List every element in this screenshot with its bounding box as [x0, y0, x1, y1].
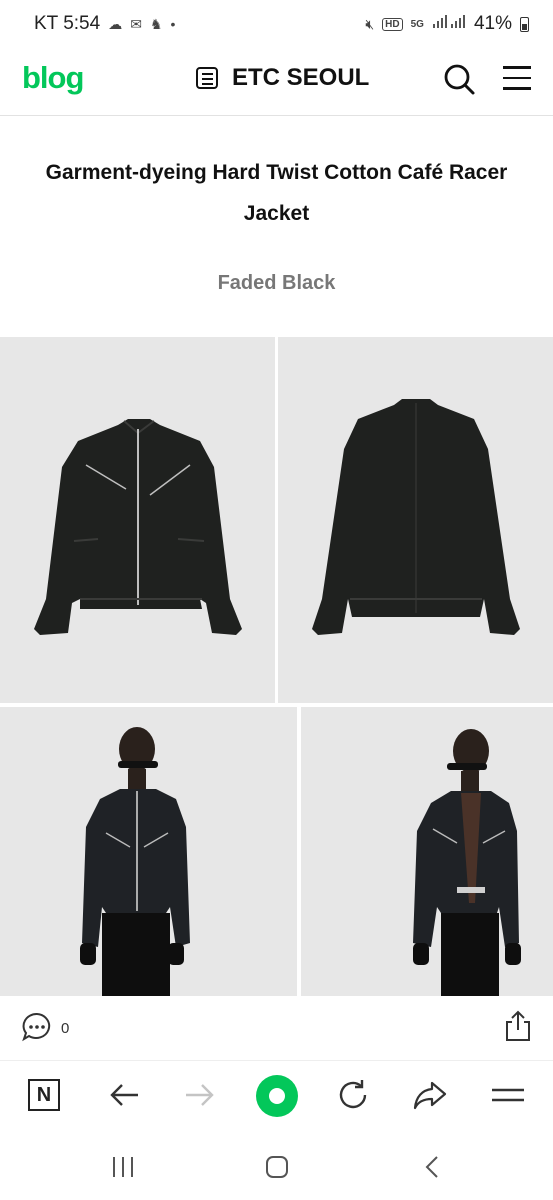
back-button[interactable] — [106, 1077, 142, 1113]
blog-header: blog ETC SEOUL — [0, 48, 553, 116]
naver-home-button[interactable]: N — [28, 1079, 60, 1111]
recents-icon — [113, 1157, 133, 1177]
browser-toolbar: N — [0, 1060, 553, 1133]
menu-lines-icon — [492, 1088, 524, 1102]
share-page-button[interactable] — [412, 1077, 448, 1113]
forward-share-icon — [413, 1081, 447, 1110]
system-back-button[interactable] — [420, 1154, 446, 1185]
menu-button[interactable] — [503, 66, 531, 92]
recent-apps-button[interactable] — [110, 1154, 136, 1185]
network-badge: 5G — [410, 18, 424, 30]
notification-icon: ✉ — [130, 15, 142, 32]
arrow-left-icon — [110, 1084, 138, 1106]
share-icon — [506, 1010, 530, 1041]
home-button[interactable] — [264, 1154, 290, 1185]
photo-jacket-back[interactable] — [278, 337, 553, 703]
photo-model-front[interactable] — [0, 707, 297, 996]
status-bar: KT 5:54 ☁ ✉ ♞ • 🔇︎ HD 5G 41% — [0, 0, 553, 48]
search-button[interactable] — [442, 62, 476, 96]
system-navigation-bar — [0, 1134, 553, 1200]
blog-name: ETC SEOUL — [232, 64, 370, 91]
battery-percent: 41% — [473, 13, 512, 34]
post-title: Garment-dyeing Hard Twist Cotton Café Ra… — [45, 161, 508, 225]
refresh-icon — [339, 1080, 367, 1109]
battery-icon — [520, 16, 529, 32]
browser-menu-button[interactable] — [490, 1077, 526, 1113]
dot-icon: • — [170, 16, 176, 32]
photo-jacket-front[interactable] — [0, 337, 275, 703]
blog-logo[interactable]: blog — [22, 60, 84, 96]
comment-count: 0 — [61, 1020, 70, 1037]
post-subtitle: Faded Black — [217, 272, 336, 294]
status-time: KT 5:54 — [34, 13, 101, 34]
home-icon — [266, 1156, 288, 1178]
photo-model-open[interactable] — [301, 707, 553, 996]
mute-icon: 🔇︎ — [365, 15, 375, 32]
signal-icon — [432, 13, 466, 35]
hd-badge: HD — [382, 17, 403, 31]
comment-icon — [22, 1012, 51, 1042]
list-icon — [196, 67, 218, 89]
arrow-right-icon — [186, 1084, 214, 1106]
refresh-button[interactable] — [335, 1077, 371, 1113]
green-dot-button[interactable] — [256, 1075, 298, 1117]
comment-button[interactable] — [22, 1012, 52, 1042]
share-button[interactable] — [504, 1010, 532, 1042]
cloud-icon: ☁ — [108, 15, 123, 32]
post-action-bar: 0 — [0, 996, 553, 1058]
app-icon: ♞ — [149, 15, 163, 32]
blog-name-link[interactable]: ETC SEOUL — [196, 64, 369, 92]
chevron-left-icon — [425, 1156, 438, 1178]
forward-button[interactable] — [182, 1077, 218, 1113]
hamburger-icon — [503, 66, 531, 90]
search-icon — [444, 64, 475, 95]
